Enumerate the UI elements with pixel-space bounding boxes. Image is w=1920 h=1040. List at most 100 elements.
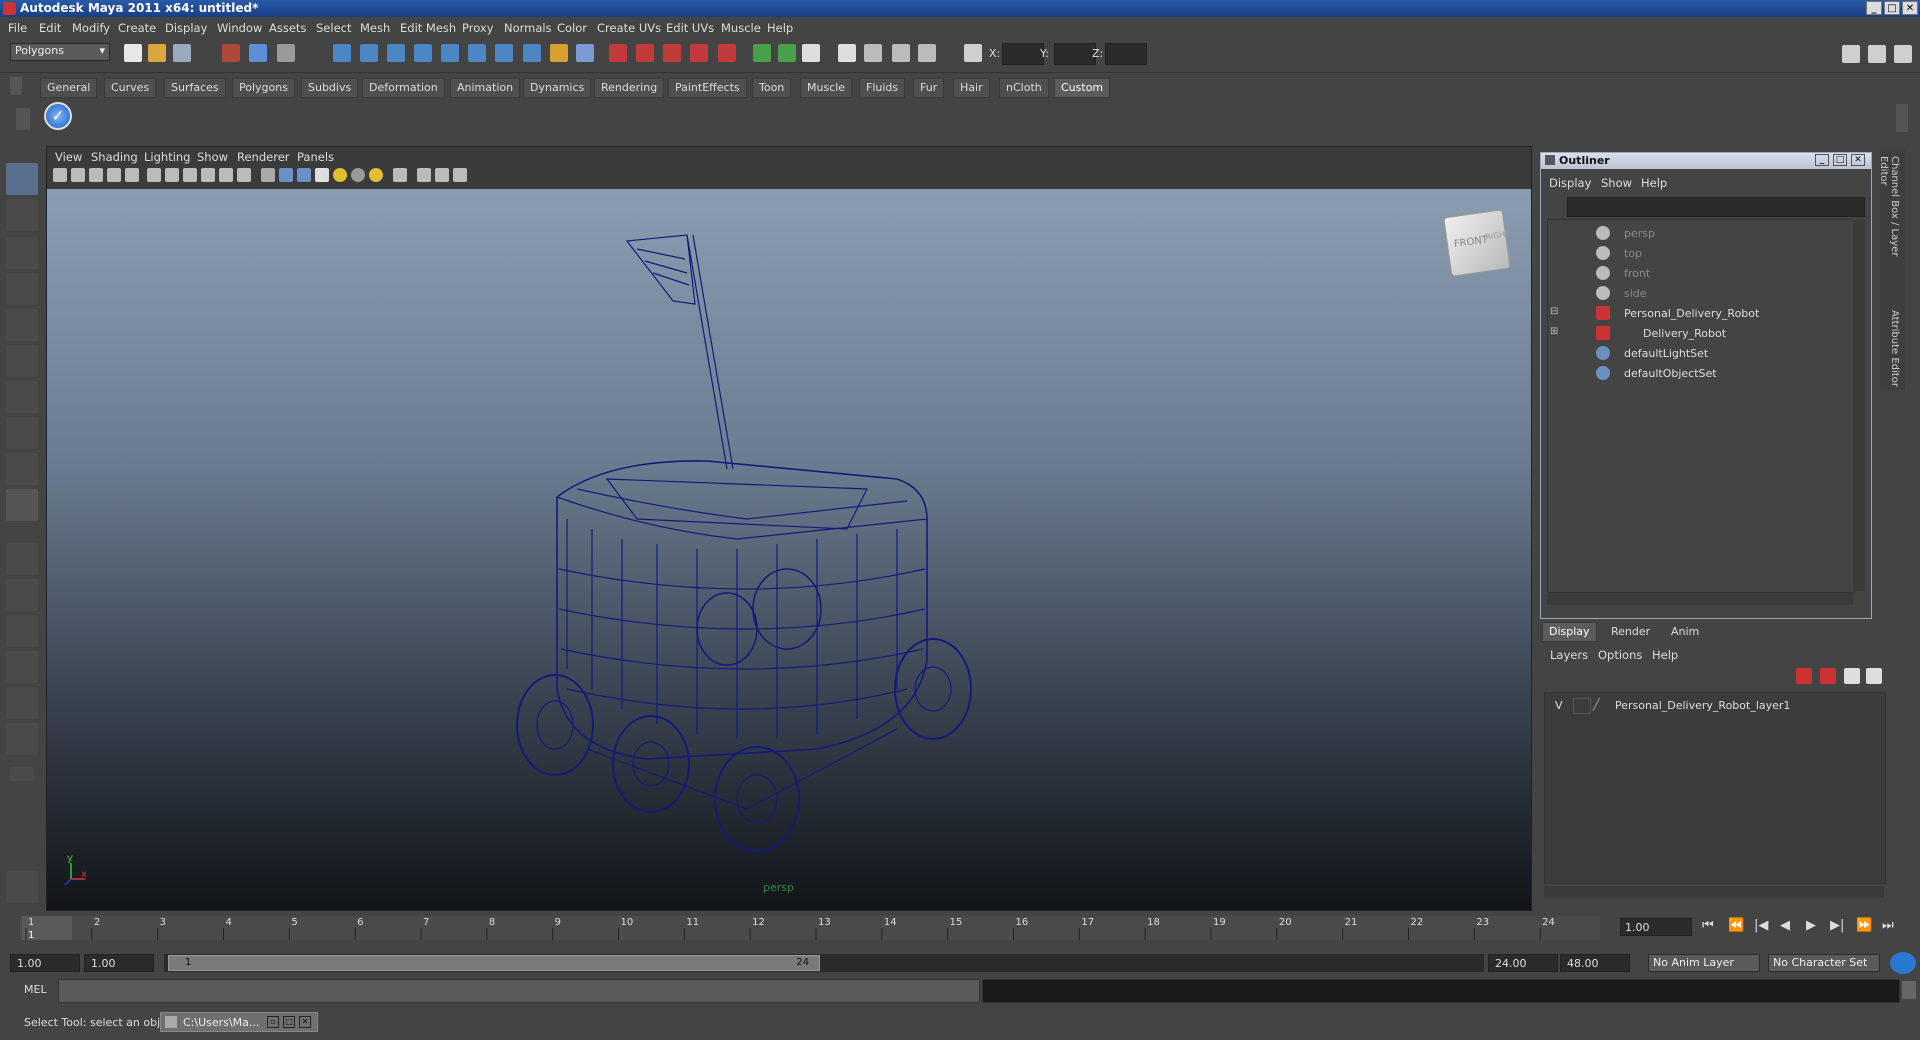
snap-point-icon[interactable] [387,44,405,62]
maximize-button[interactable]: □ [1884,1,1900,15]
range-slider-handle[interactable]: 1 24 [168,955,820,971]
empty-tool-slot[interactable] [6,489,38,521]
timeline-background[interactable] [20,916,1600,940]
camera-select-icon[interactable] [53,168,67,182]
checkmark-shelf-icon[interactable]: ✓ [44,102,72,130]
auto-keyframe-icon[interactable] [1890,952,1916,974]
move-layer-down-icon[interactable] [1820,668,1836,684]
image-plane-icon[interactable] [107,168,121,182]
new-empty-layer-icon[interactable] [1844,668,1860,684]
move-tool-icon[interactable] [6,273,38,305]
menu-display[interactable]: Display [165,21,207,35]
textured-icon[interactable] [315,168,329,182]
layer-horizontal-scrollbar[interactable] [1544,886,1884,898]
tab-polygons[interactable]: Polygons [232,78,295,98]
tab-ncloth[interactable]: nCloth [999,78,1049,98]
lock-icon[interactable] [550,44,568,62]
range-slider-track[interactable]: 1 24 [164,954,1484,972]
bookmark-icon[interactable] [89,168,103,182]
xray-joints-icon[interactable] [435,168,449,182]
shelf-scroll-icon[interactable] [1896,104,1908,132]
animation-end-field[interactable]: 48.00 [1560,954,1630,972]
viewport-menu-lighting[interactable]: Lighting [144,150,190,164]
render-settings-icon[interactable] [663,44,681,62]
menu-mesh[interactable]: Mesh [360,21,390,35]
outliner-filter-input[interactable] [1567,197,1865,217]
attribute-editor-tab[interactable]: Attribute Editor [1884,310,1900,390]
outliner-maximize-button[interactable]: □ [1833,154,1847,166]
z-input[interactable] [1105,43,1147,65]
show-sidebar-icon[interactable] [802,44,820,62]
tab-curves[interactable]: Curves [104,78,157,98]
wireframe-shading-icon[interactable] [261,168,275,182]
select-tool-icon[interactable] [6,163,38,195]
menu-color[interactable]: Color [557,21,587,35]
layer-tab-render[interactable]: Render [1604,622,1658,642]
tab-deformation[interactable]: Deformation [362,78,445,98]
transform-field-icon[interactable] [964,44,982,62]
tab-dynamics[interactable]: Dynamics [523,78,592,98]
snap-grid-icon[interactable] [333,44,351,62]
toggle-tool-settings-icon[interactable] [1868,45,1886,63]
isolate-select-icon[interactable] [393,168,407,182]
script-editor-icon[interactable] [1902,981,1916,999]
tab-hair[interactable]: Hair [953,78,990,98]
menu-window[interactable]: Window [217,21,262,35]
layer-color-swatch[interactable]: ╱ [1593,698,1605,712]
last-tool-icon[interactable] [6,453,38,485]
command-language-label[interactable]: MEL [24,983,47,996]
safe-action-icon[interactable] [219,168,233,182]
construction-history-icon[interactable] [576,44,594,62]
menu-edit-mesh[interactable]: Edit Mesh [400,21,456,35]
outliner-item-persp[interactable]: persp [1624,227,1655,240]
open-scene-icon[interactable] [148,44,166,62]
step-back-key-icon[interactable]: ⏪ [1728,918,1744,933]
outliner-minimize-button[interactable]: _ [1815,154,1829,166]
all-lights-icon[interactable] [369,168,383,182]
tab-painteffects[interactable]: PaintEffects [668,78,747,98]
smooth-shading-icon[interactable] [279,168,293,182]
goto-end-icon[interactable]: ⏭ [1882,918,1894,933]
viewport-menu-view[interactable]: View [55,150,82,164]
menu-muscle[interactable]: Muscle [721,21,761,35]
snap-surface-icon[interactable] [468,44,486,62]
menu-proxy[interactable]: Proxy [462,21,494,35]
persp-graph-layout-icon[interactable] [6,651,38,683]
safe-title-icon[interactable] [237,168,251,182]
anim-layer-dropdown[interactable]: No Anim Layer [1648,954,1760,972]
step-forward-frame-icon[interactable]: ▶| [1830,918,1844,933]
outliner-vertical-scrollbar[interactable] [1853,219,1865,591]
current-frame-field[interactable]: 1.00 [1620,918,1692,936]
more-layouts-icon[interactable] [10,767,34,781]
menu-select[interactable]: Select [316,21,351,35]
collapse-toggle[interactable]: ⊟ [1550,306,1558,317]
character-set-dropdown[interactable]: No Character Set [1768,954,1880,972]
move-layer-up-icon[interactable] [1796,668,1812,684]
grid-icon[interactable] [125,168,139,182]
panel-layout-icon[interactable] [838,44,856,62]
tab-custom[interactable]: Custom [1054,78,1111,98]
script-window-maximize-button[interactable]: □ [283,1016,295,1028]
select-component-icon[interactable] [277,44,295,62]
xray-components-icon[interactable] [453,168,467,182]
outliner-menu-help[interactable]: Help [1641,176,1667,190]
playback-start-field[interactable]: 1.00 [84,954,154,972]
soft-mod-tool-icon[interactable] [6,417,38,449]
persp-hypershade-layout-icon[interactable] [6,687,38,719]
default-lights-icon[interactable] [333,168,347,182]
menu-normals[interactable]: Normals [504,21,552,35]
outliner-item-default-light-set[interactable]: defaultLightSet [1624,347,1708,360]
viewport-menu-renderer[interactable]: Renderer [237,150,290,164]
outliner-close-button[interactable]: ✕ [1851,154,1865,166]
tab-general[interactable]: General [40,78,98,98]
menu-file[interactable]: File [8,21,27,35]
wireframe-model[interactable] [47,189,1531,910]
film-gate-icon[interactable] [147,168,161,182]
lasso-tool-icon[interactable] [6,199,38,231]
rotate-tool-icon[interactable] [6,309,38,341]
goto-start-icon[interactable]: ⏮ [1702,918,1714,933]
outliner-item-front[interactable]: front [1624,267,1650,280]
tab-surfaces[interactable]: Surfaces [164,78,226,98]
shelf-menu-icon[interactable] [10,77,22,95]
viewport-menu-show[interactable]: Show [197,150,228,164]
